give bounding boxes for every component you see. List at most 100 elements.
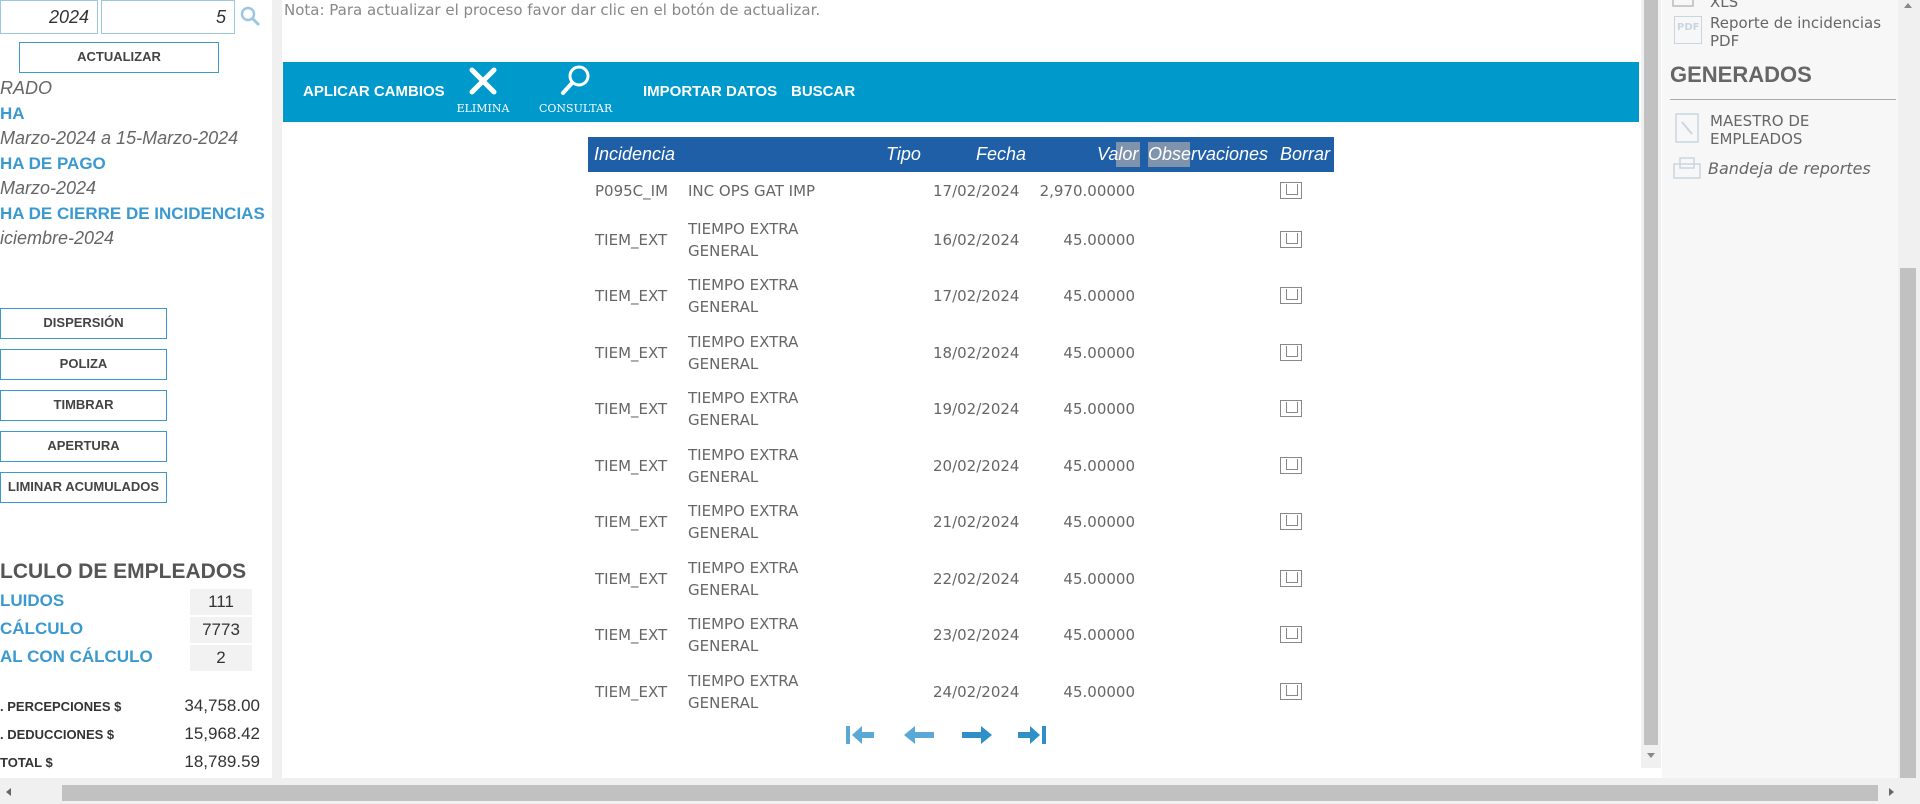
- cell-desc-line1: TIEMPO EXTRA: [688, 615, 799, 633]
- cell-code: TIEM_EXT: [595, 683, 668, 701]
- cell-desc-line2: GENERAL: [688, 581, 759, 599]
- year-input[interactable]: 2024: [0, 0, 98, 34]
- pdf-icon: PDF: [1674, 16, 1702, 44]
- cell-date: 17/02/2024: [933, 182, 1020, 200]
- fecha-value: Marzo-2024 a 15-Marzo-2024: [0, 128, 239, 148]
- search-button[interactable]: BUSCAR: [791, 83, 855, 100]
- generated-divider: [1670, 99, 1896, 100]
- search-icon[interactable]: [238, 4, 262, 28]
- horizontal-scrollbar-thumb[interactable]: [62, 785, 1878, 801]
- scroll-right-icon[interactable]: [1886, 786, 1896, 798]
- scroll-left-icon[interactable]: [4, 786, 14, 798]
- apertura-button[interactable]: APERTURA: [0, 431, 167, 462]
- delete-checkbox[interactable]: [1280, 344, 1302, 361]
- cell-desc-line1: TIEMPO EXTRA: [688, 559, 799, 577]
- magnifier-icon: [561, 65, 590, 95]
- delete-checkbox[interactable]: [1280, 400, 1302, 417]
- cell-code: TIEM_EXT: [595, 513, 668, 531]
- stat-value-con-calculo: 2: [190, 645, 252, 671]
- poliza-button[interactable]: POLIZA: [0, 349, 167, 380]
- col-tipo[interactable]: Tipo: [886, 144, 921, 165]
- maestro-empleados-link[interactable]: MAESTRO DE EMPLEADOS: [1710, 112, 1809, 148]
- stat-value-incluidos: 111: [190, 589, 252, 615]
- import-data-button[interactable]: IMPORTAR DATOS: [643, 83, 777, 100]
- cell-desc: INC OPS GAT IMP: [688, 182, 816, 200]
- generated-title: GENERADOS: [1670, 62, 1812, 87]
- right-panel: XLS PDF Reporte de incidencias PDF GENER…: [1662, 0, 1898, 778]
- cell-value: 45.00000: [1063, 400, 1135, 418]
- cell-desc-line1: TIEMPO EXTRA: [688, 220, 799, 238]
- delete-checkbox[interactable]: [1280, 231, 1302, 248]
- table-row: TIEM_EXT TIEMPO EXTRA GENERAL 21/02/2024 45.…: [588, 500, 1334, 544]
- left-panel: 2024 5 ACTUALIZAR RADO HA Marzo-2024 a 1…: [0, 0, 272, 778]
- fecha-cierre-value: iciembre-2024: [0, 228, 115, 248]
- cell-desc-line2: GENERAL: [688, 355, 759, 373]
- grid-header: Incidencia Tipo Fecha Valor Observacione…: [588, 137, 1334, 172]
- scroll-down-icon[interactable]: [1645, 750, 1657, 760]
- delete-checkbox[interactable]: [1280, 570, 1302, 587]
- table-row: TIEM_EXT TIEMPO EXTRA GENERAL 16/02/2024 45.…: [588, 218, 1334, 262]
- report-pdf-line1: Reporte de incidencias: [1710, 14, 1882, 32]
- col-fecha[interactable]: Fecha: [976, 144, 1026, 165]
- delete-checkbox[interactable]: [1280, 182, 1302, 199]
- timbrar-button[interactable]: TIMBRAR: [0, 390, 167, 421]
- table-row: TIEM_EXT TIEMPO EXTRA GENERAL 18/02/2024 45.…: [588, 331, 1334, 375]
- cell-date: 24/02/2024: [933, 683, 1020, 701]
- col-incidencia[interactable]: Incidencia: [594, 144, 675, 165]
- next-page-icon[interactable]: [960, 722, 994, 748]
- cell-value: 2,970.00000: [1039, 182, 1135, 200]
- cell-code: TIEM_EXT: [595, 231, 668, 249]
- delete-checkbox[interactable]: [1280, 457, 1302, 474]
- apply-changes-button[interactable]: APLICAR CAMBIOS: [303, 83, 445, 100]
- prev-page-icon[interactable]: [902, 722, 936, 748]
- period-input[interactable]: 5: [101, 0, 235, 34]
- cell-desc-line2: GENERAL: [688, 694, 759, 712]
- fecha-pago-value: Marzo-2024: [0, 178, 97, 198]
- col-observaciones[interactable]: Observaciones: [1148, 144, 1268, 165]
- dispersion-button[interactable]: DISPERSIÓN: [0, 308, 167, 339]
- cell-value: 45.00000: [1063, 231, 1135, 249]
- maestro-line1: MAESTRO DE: [1710, 112, 1810, 130]
- table-row: TIEM_EXT TIEMPO EXTRA GENERAL 24/02/2024 45.…: [588, 670, 1334, 714]
- cell-date: 21/02/2024: [933, 513, 1020, 531]
- cell-value: 45.00000: [1063, 457, 1135, 475]
- cell-code: TIEM_EXT: [595, 626, 668, 644]
- consult-button[interactable]: CONSULTAR: [539, 62, 613, 122]
- col-borrar[interactable]: Borrar: [1280, 144, 1330, 165]
- cell-code: TIEM_EXT: [595, 287, 668, 305]
- eliminar-acumulados-button[interactable]: LIMINAR ACUMULADOS: [0, 472, 167, 503]
- update-button[interactable]: ACTUALIZAR: [19, 42, 219, 73]
- stat-label-con-calculo: AL CON CÁLCULO: [0, 647, 153, 666]
- delete-checkbox[interactable]: [1280, 513, 1302, 530]
- maestro-line2: EMPLEADOS: [1710, 130, 1803, 148]
- content-scrollbar-thumb[interactable]: [1644, 0, 1658, 745]
- cell-desc-line2: GENERAL: [688, 468, 759, 486]
- cell-desc-line1: TIEMPO EXTRA: [688, 502, 799, 520]
- delete-checkbox[interactable]: [1280, 683, 1302, 700]
- cell-date: 16/02/2024: [933, 231, 1020, 249]
- cell-desc-line2: GENERAL: [688, 411, 759, 429]
- cell-desc-line1: TIEMPO EXTRA: [688, 333, 799, 351]
- total-percepciones-value: 34,758.00: [184, 696, 260, 715]
- first-page-icon[interactable]: [844, 722, 876, 748]
- last-page-icon[interactable]: [1016, 722, 1048, 748]
- cell-value: 45.00000: [1063, 344, 1135, 362]
- page-scrollbar-thumb[interactable]: [1900, 268, 1916, 778]
- col-valor[interactable]: Valor: [1097, 144, 1138, 165]
- xls-label[interactable]: XLS: [1710, 0, 1738, 11]
- cell-desc-line2: GENERAL: [688, 242, 759, 260]
- delete-button[interactable]: ELIMINA: [453, 62, 513, 122]
- status-value: RADO: [0, 78, 53, 98]
- cell-date: 17/02/2024: [933, 287, 1020, 305]
- delete-checkbox[interactable]: [1280, 626, 1302, 643]
- delete-checkbox[interactable]: [1280, 287, 1302, 304]
- table-row: TIEM_EXT TIEMPO EXTRA GENERAL 22/02/2024 45.…: [588, 557, 1334, 601]
- table-row: TIEM_EXT TIEMPO EXTRA GENERAL 19/02/2024 45.…: [588, 387, 1334, 431]
- report-incidencias-pdf[interactable]: Reporte de incidencias PDF: [1710, 14, 1881, 50]
- panel-divider: [272, 0, 282, 778]
- consult-label: CONSULTAR: [539, 102, 613, 115]
- cell-date: 18/02/2024: [933, 344, 1020, 362]
- scroll-up-icon[interactable]: [1902, 0, 1914, 10]
- bandeja-reportes-link[interactable]: Bandeja de reportes: [1708, 159, 1871, 178]
- cell-code: TIEM_EXT: [595, 344, 668, 362]
